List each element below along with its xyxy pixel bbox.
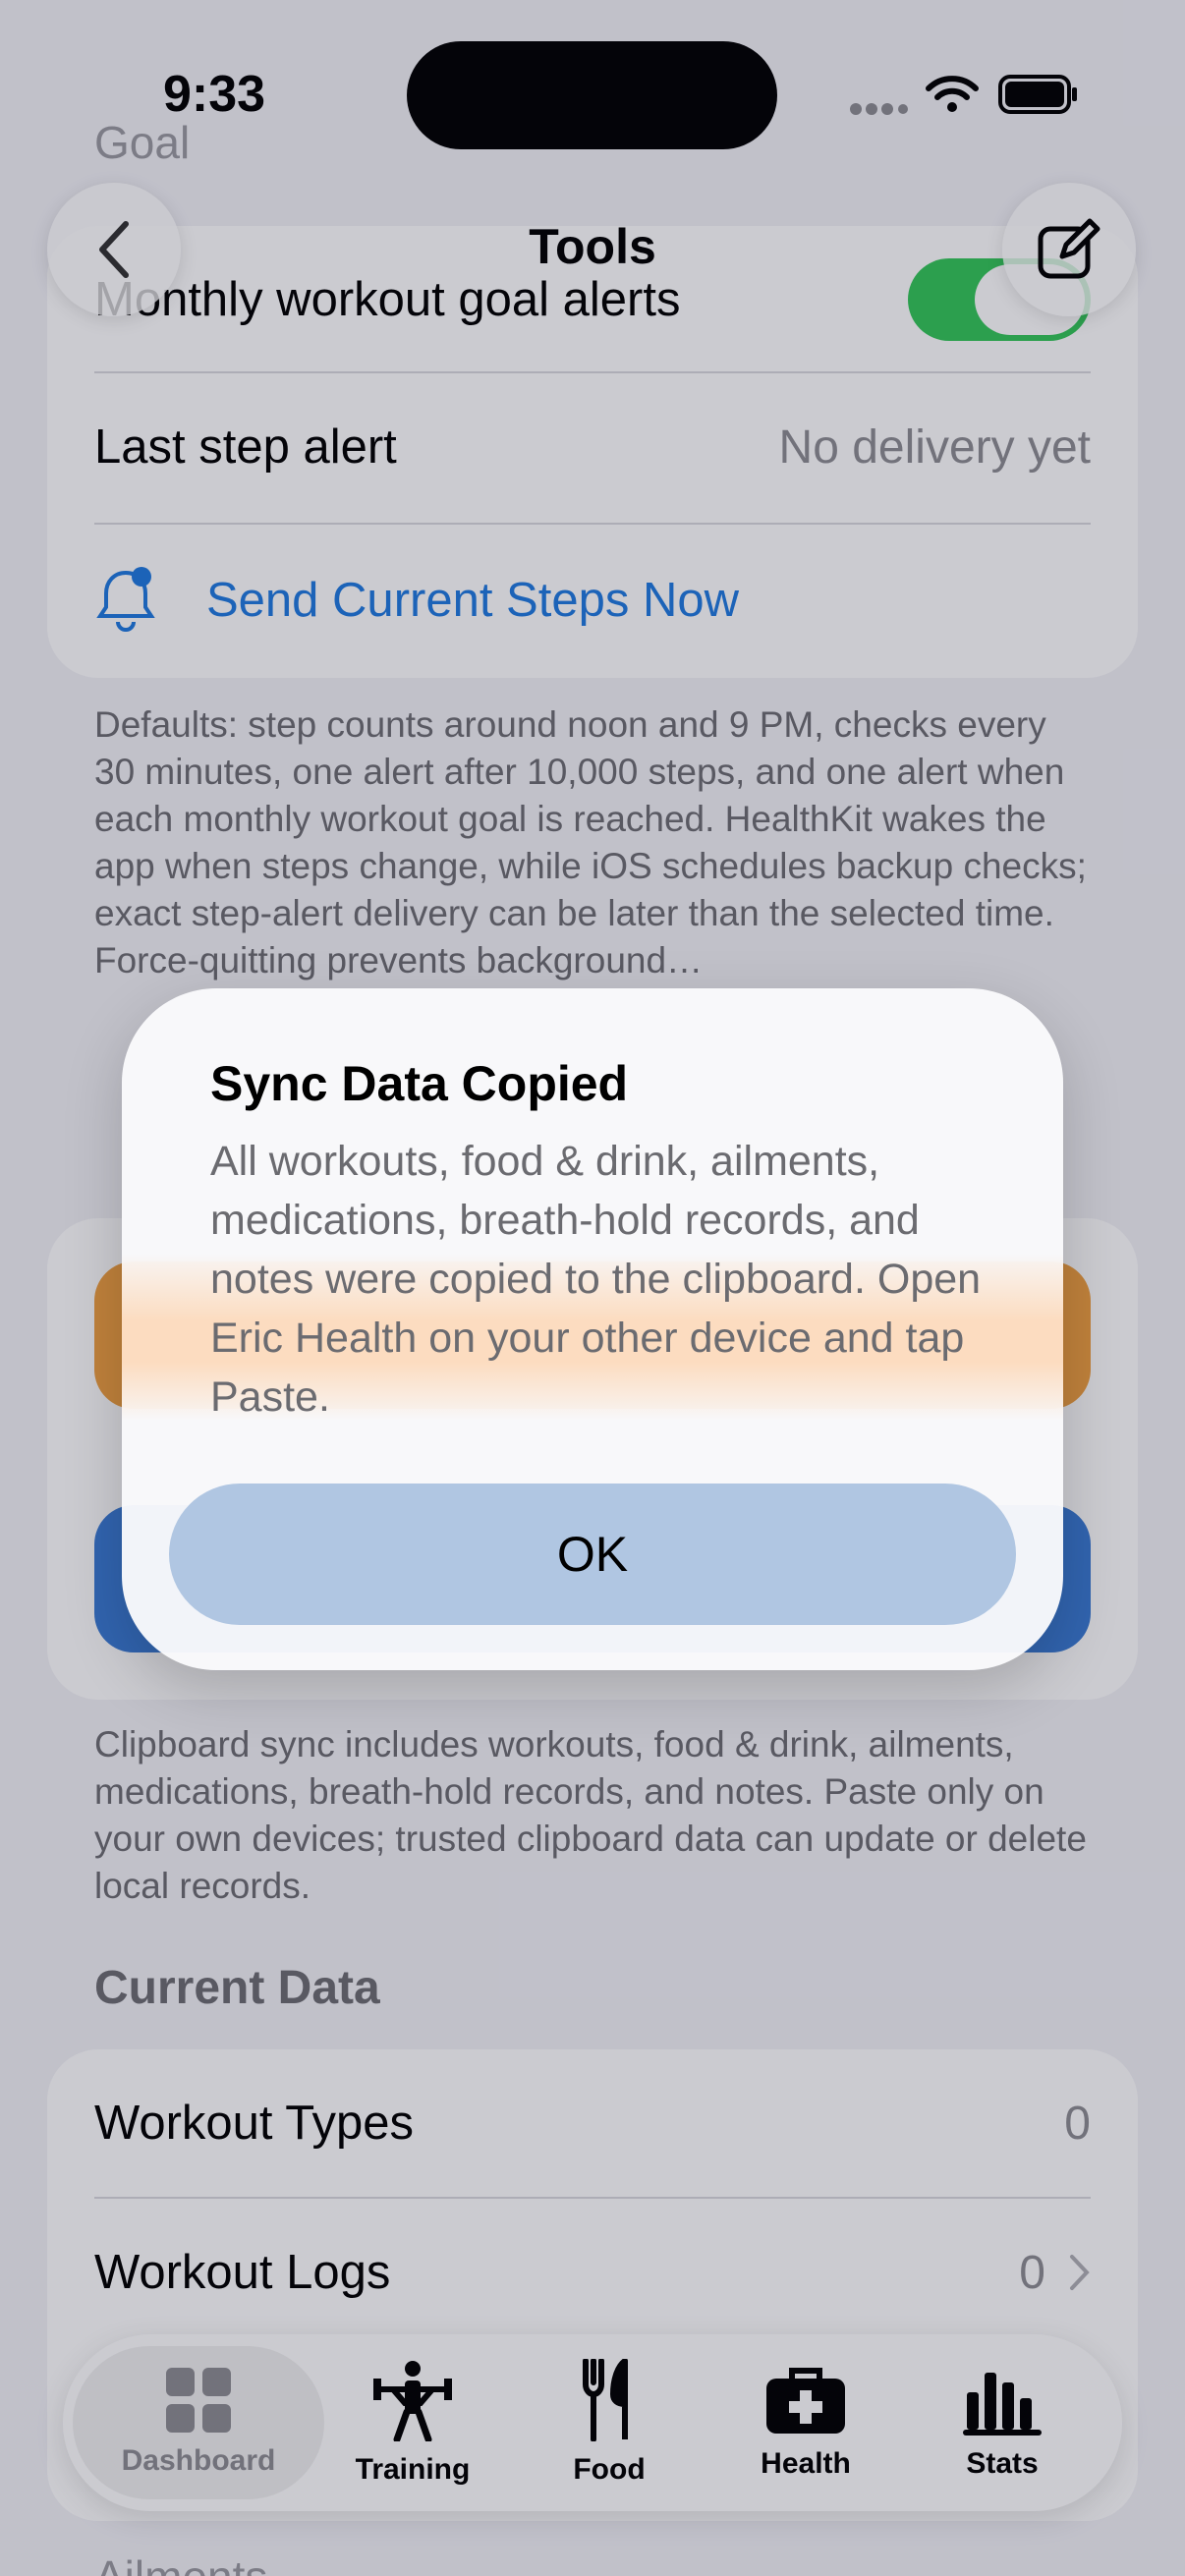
- ok-button[interactable]: OK: [169, 1484, 1016, 1625]
- sync-copied-alert: Sync Data Copied All workouts, food & dr…: [122, 988, 1063, 1670]
- alert-title: Sync Data Copied: [210, 1056, 629, 1111]
- tools-screen: Goal Monthly workout goal alerts Last st…: [0, 0, 1185, 2576]
- alert-message: All workouts, food & drink, ailments, me…: [210, 1138, 982, 1421]
